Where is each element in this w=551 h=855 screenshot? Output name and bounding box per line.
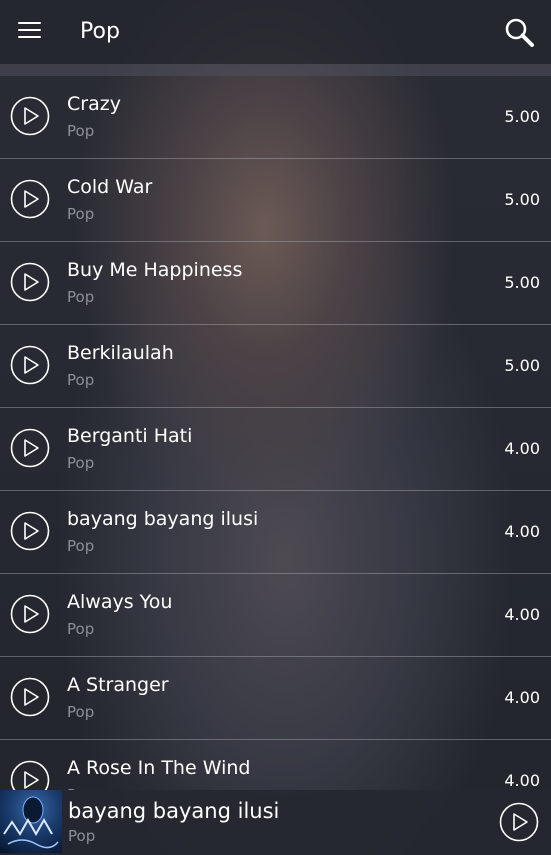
- song-price: 5.00: [504, 107, 540, 126]
- song-price: 4.00: [504, 522, 540, 541]
- song-list-item[interactable]: Berkilaulah Pop 5.00: [0, 325, 551, 408]
- song-genre: Pop: [67, 537, 95, 555]
- song-title: Crazy: [67, 93, 121, 115]
- play-circle-icon[interactable]: [10, 345, 50, 385]
- song-title: Always You: [67, 591, 173, 613]
- song-list-item[interactable]: A Rose In The WindPop4.00: [0, 740, 551, 790]
- album-art-graphic: [3, 796, 59, 849]
- play-circle-icon[interactable]: [10, 594, 50, 634]
- hamburger-menu-icon[interactable]: [18, 22, 42, 40]
- play-circle-icon[interactable]: [10, 511, 50, 551]
- song-price: 5.00: [504, 273, 540, 292]
- top-app-bar: Pop: [0, 0, 551, 64]
- now-playing-bar[interactable]: bayang bayang ilusi Pop: [0, 790, 551, 855]
- song-title: Berkilaulah: [67, 342, 174, 364]
- page-title: Pop: [80, 19, 120, 44]
- now-playing-genre: Pop: [68, 827, 96, 845]
- song-genre: Pop: [67, 703, 95, 721]
- play-circle-icon[interactable]: [10, 179, 50, 219]
- play-circle-icon[interactable]: [499, 802, 539, 842]
- song-genre: Pop: [67, 288, 95, 306]
- song-genre: Pop: [67, 205, 95, 223]
- song-title: Cold War: [67, 176, 153, 198]
- song-price: 4.00: [504, 771, 540, 790]
- play-circle-icon[interactable]: [10, 428, 50, 468]
- song-list-item[interactable]: Always You Pop 4.00: [0, 574, 551, 657]
- search-icon[interactable]: [503, 16, 535, 48]
- song-price: 5.00: [504, 190, 540, 209]
- song-price: 4.00: [504, 605, 540, 624]
- song-list-item[interactable]: Cold War Pop 5.00: [0, 159, 551, 242]
- song-genre: Pop: [67, 454, 95, 472]
- song-title: A Rose In The Wind: [67, 757, 251, 779]
- now-playing-title: bayang bayang ilusi: [68, 799, 280, 823]
- song-title: Berganti Hati: [67, 425, 193, 447]
- play-circle-icon[interactable]: [10, 96, 50, 136]
- song-list-item[interactable]: Crazy Pop 5.00: [0, 76, 551, 159]
- song-list: Crazy Pop 5.00 Cold War Pop 5.00 Buy Me Happin…: [0, 76, 551, 790]
- song-genre: Pop: [67, 620, 95, 638]
- song-price: 4.00: [504, 688, 540, 707]
- song-list-item[interactable]: Berganti Hati Pop 4.00: [0, 408, 551, 491]
- play-circle-icon[interactable]: [10, 262, 50, 302]
- song-title: A Stranger: [67, 674, 169, 696]
- song-genre: Pop: [67, 122, 95, 140]
- song-title: bayang bayang ilusi: [67, 508, 259, 530]
- song-genre: Pop: [67, 371, 95, 389]
- song-title: Buy Me Happiness: [67, 259, 243, 281]
- play-circle-icon[interactable]: [10, 677, 50, 717]
- play-circle-icon[interactable]: [10, 760, 50, 790]
- album-art-logo[interactable]: [0, 790, 62, 853]
- song-list-item[interactable]: bayang bayang ilusi Pop 4.00: [0, 491, 551, 574]
- song-list-item[interactable]: Buy Me Happiness Pop 5.00: [0, 242, 551, 325]
- toolbar-divider-strip: [0, 64, 551, 76]
- song-price: 5.00: [504, 356, 540, 375]
- song-list-item[interactable]: A Stranger Pop 4.00: [0, 657, 551, 740]
- app-screen: Pop Crazy Pop 5.00 Cold War Pop 5.00 Buy Me Ha…: [0, 0, 551, 855]
- song-price: 4.00: [504, 439, 540, 458]
